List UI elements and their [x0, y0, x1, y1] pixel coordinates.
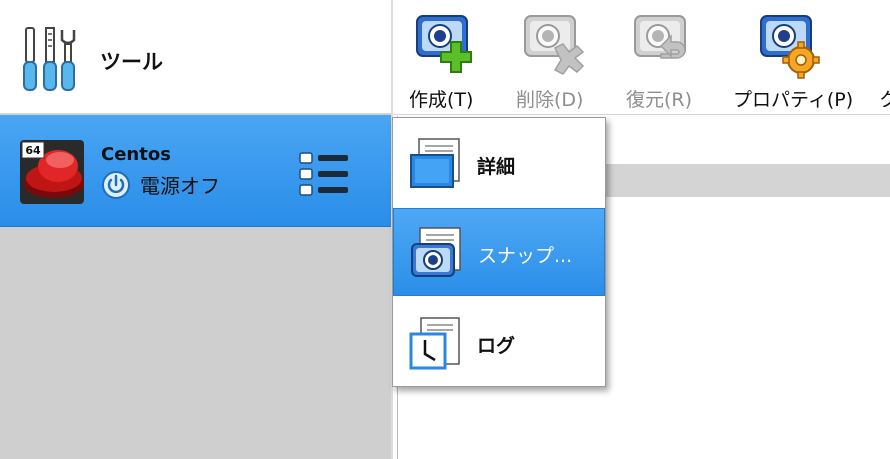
menu-item-logs[interactable]: ログ — [393, 298, 605, 386]
tools-label: ツール — [100, 50, 163, 74]
machine-tools-popup-menu: 詳細 スナップ... ログ — [392, 117, 606, 387]
menu-item-logs-label: ログ — [477, 335, 516, 357]
properties-label: プロパティ(P) — [733, 89, 854, 111]
vm-name: Centos — [101, 144, 171, 165]
menu-item-details-label: 詳細 — [477, 156, 516, 178]
menu-item-snapshots-label: スナップ... — [478, 245, 573, 267]
tools-icon — [23, 27, 76, 91]
power-off-icon — [102, 171, 130, 199]
tools-item[interactable]: ツール — [0, 0, 391, 114]
machine-list-pane: ツール 64 Centos 電源オフ — [0, 0, 391, 459]
restore-icon — [634, 15, 686, 59]
create-icon — [416, 15, 472, 73]
snapshot-icon — [411, 227, 461, 277]
log-icon — [409, 317, 460, 370]
os-64bit-badge: 64 — [25, 144, 41, 157]
snapshot-toolbar: 作成(T) 削除(D) 復元(R) プロパティ(P) ク — [393, 0, 890, 115]
machine-tools-menu-icon[interactable] — [298, 150, 350, 198]
restore-snapshot-button[interactable]: 復元(R) — [621, 0, 713, 114]
create-snapshot-button[interactable]: 作成(T) — [403, 0, 493, 114]
restore-label: 復元(R) — [626, 89, 693, 111]
redhat-os-icon: 64 — [20, 140, 84, 204]
clone-label: ク — [879, 89, 890, 111]
menu-item-snapshots[interactable]: スナップ... — [393, 208, 605, 296]
create-label: 作成(T) — [409, 89, 474, 111]
properties-icon — [760, 15, 820, 79]
remove-icon — [524, 15, 585, 75]
clone-button[interactable]: ク — [873, 0, 890, 114]
vm-state-label: 電源オフ — [140, 174, 220, 198]
details-icon — [410, 138, 460, 188]
delete-snapshot-button[interactable]: 削除(D) — [511, 0, 603, 114]
menu-item-details[interactable]: 詳細 — [393, 119, 605, 207]
virtualbox-manager-window: ツール 64 Centos 電源オフ 作成(T) 削除(D) 復元(R) プロパ… — [0, 0, 890, 459]
delete-label: 削除(D) — [516, 89, 584, 111]
vm-list-item-centos[interactable]: 64 Centos 電源オフ — [0, 115, 391, 227]
snapshot-properties-button[interactable]: プロパティ(P) — [731, 0, 857, 114]
